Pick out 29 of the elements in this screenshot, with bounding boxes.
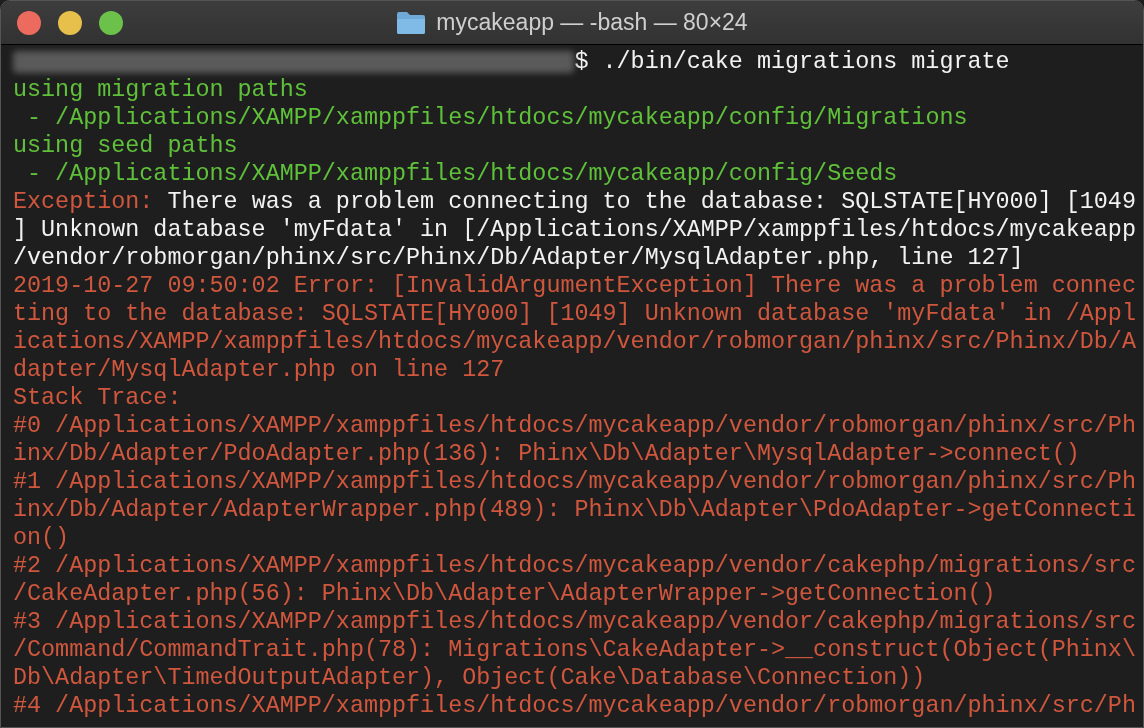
terminal-line: #1 /Applications/XAMPP/xamppfiles/htdocs/mycakeapp/vendor/robmorgan/phinx/src/Ph bbox=[13, 468, 1136, 496]
terminal-line: using seed paths bbox=[13, 132, 238, 160]
terminal-line: inx/Db/Adapter/PdoAdapter.php(136): Phinx\Db\Adapter\MysqlAdapter->connect() bbox=[13, 440, 1080, 468]
terminal-line: - /Applications/XAMPP/xamppfiles/htdocs/mycakeapp/config/Migrations bbox=[26, 104, 968, 132]
terminal-line: on() bbox=[13, 524, 70, 552]
terminal-line: ications/XAMPP/xamppfiles/htdocs/mycakeapp/vendor/robmorgan/phinx/src/Phinx/Db/A bbox=[13, 328, 1136, 356]
terminal-line: Stack Trace: bbox=[13, 384, 182, 412]
terminal-line: Db\Adapter\TimedOutputAdapter), Object(Cake\Database\Connection)) bbox=[13, 664, 926, 692]
terminal-line: /CakeAdapter.php(56): Phinx\Db\Adapter\AdapterWrapper->getConnection() bbox=[13, 580, 996, 608]
window-title: mycakeapp — -bash — 80×24 bbox=[436, 8, 748, 38]
terminal-line: #4 /Applications/XAMPP/xamppfiles/htdocs/mycakeapp/vendor/robmorgan/phinx/src/Ph bbox=[13, 692, 1136, 720]
command-text: $ ./bin/cake migrations migrate bbox=[574, 48, 1010, 76]
terminal-line: #2 /Applications/XAMPP/xamppfiles/htdocs/mycakeapp/vendor/cakephp/migrations/src bbox=[13, 552, 1136, 580]
terminal-line: ] Unknown database 'myFdata' in [/Applications/XAMPP/xamppfiles/htdocs/mycakeapp bbox=[13, 216, 1136, 244]
terminal-line: /vendor/robmorgan/phinx/src/Phinx/Db/Adapter/MysqlAdapter.php, line 127] bbox=[13, 244, 1024, 272]
folder-icon bbox=[396, 10, 427, 35]
terminal-line: ting to the database: SQLSTATE[HY000] [1049] Unknown database 'myFdata' in /Appl bbox=[13, 300, 1136, 328]
terminal-line: dapter/MysqlAdapter.php on line 127 bbox=[13, 356, 505, 384]
terminal-line: #0 /Applications/XAMPP/xamppfiles/htdocs/mycakeapp/vendor/robmorgan/phinx/src/Ph bbox=[13, 412, 1136, 440]
terminal-line: using migration paths bbox=[13, 76, 308, 104]
terminal-line: 2019-10-27 09:50:02 Error: [InvalidArgumentException] There was a problem connec bbox=[13, 272, 1136, 300]
zoom-button[interactable] bbox=[99, 11, 123, 35]
terminal-line: /Command/CommandTrait.php(78): Migrations\CakeAdapter->__construct(Object(Phinx\ bbox=[13, 636, 1136, 664]
close-button[interactable] bbox=[17, 11, 41, 35]
terminal-line: #3 /Applications/XAMPP/xamppfiles/htdocs/mycakeapp/vendor/cakephp/migrations/src bbox=[13, 608, 1136, 636]
terminal-line: - /Applications/XAMPP/xamppfiles/htdocs/mycakeapp/config/Seeds bbox=[26, 160, 898, 188]
terminal-line: inx/Db/Adapter/AdapterWrapper.php(489): Phinx\Db\Adapter\PdoAdapter->getConnecti bbox=[13, 496, 1136, 524]
terminal-line: Exception: There was a problem connecting to the database: SQLSTATE[HY000] [1049 bbox=[13, 188, 1136, 216]
minimize-button[interactable] bbox=[58, 11, 82, 35]
